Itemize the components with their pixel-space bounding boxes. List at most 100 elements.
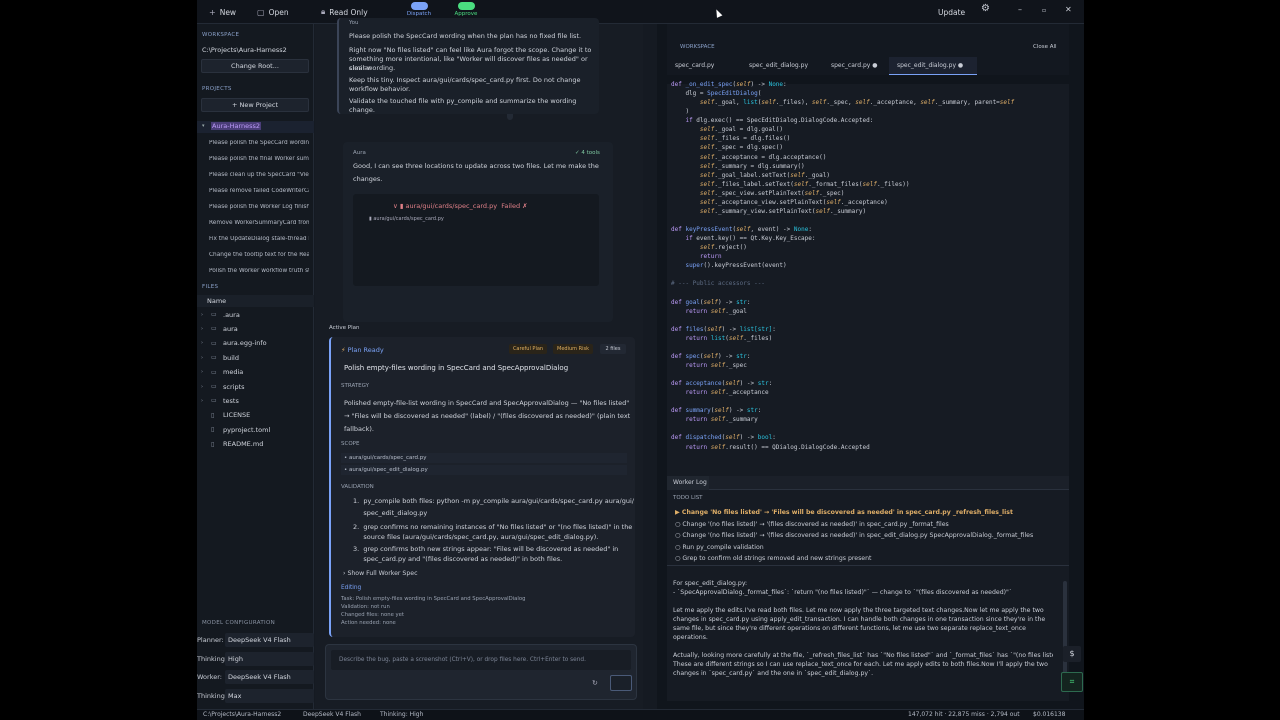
approve-toggle[interactable]: Approve: [449, 2, 483, 17]
editing-line: Task: Polish empty-files wording in Spec…: [341, 596, 526, 602]
file-tree-item[interactable]: › ▭ build: [201, 351, 311, 364]
chevron-right-icon: ›: [201, 311, 203, 318]
failed-status: Failed ✗: [501, 202, 528, 210]
file-icon: ▯: [211, 411, 215, 419]
new-project-button[interactable]: + New Project: [201, 98, 309, 112]
file-tree-item[interactable]: › ▭ aura.egg-info: [201, 337, 311, 350]
tools-badge[interactable]: ✓ 4 tools: [575, 150, 600, 156]
file-name: .aura: [223, 310, 240, 319]
folder-icon: ▭: [211, 325, 217, 333]
editor-workspace-title: WORKSPACE: [680, 44, 715, 50]
worker-thinking-row: Thinking: Max: [197, 688, 314, 704]
project-session-item[interactable]: Please remove failed CodeWriterCa: [209, 188, 309, 194]
status-bar: C:\Projects\Aura-Harness2 DeepSeek V4 Fl…: [197, 709, 1084, 720]
tab-spec-card[interactable]: spec_card.py: [667, 57, 741, 75]
worker-select[interactable]: DeepSeek V4 Flash: [225, 670, 314, 684]
tab-spec-edit-dialog-modified[interactable]: spec_edit_dialog.py ●: [889, 57, 977, 75]
approve-switch[interactable]: [457, 2, 475, 10]
chat-pane: You Please polish the SpecCard wording w…: [315, 18, 643, 709]
files-header[interactable]: Name: [197, 295, 314, 307]
update-button[interactable]: Update: [938, 5, 965, 19]
minimize-icon[interactable]: –: [1018, 5, 1022, 14]
project-session-item[interactable]: Please polish the SpecCard wording: [209, 140, 309, 146]
user-message-line: Keep this tiny. Inspect aura/gui/cards/s…: [349, 76, 581, 84]
dispatch-toggle[interactable]: Dispatch: [402, 2, 436, 17]
status-tokens: 147,072 hit · 22,875 miss · 2,794 out: [908, 711, 1020, 718]
editing-line: Action needed: none: [341, 620, 396, 626]
file-tree-item[interactable]: › ▭ aura: [201, 322, 311, 335]
user-message-line: clear wording.: [349, 64, 396, 72]
tab-worker-log[interactable]: Worker Log: [667, 476, 709, 490]
worker-log-line: changes in spec_card.py using apply_edit…: [673, 616, 1046, 623]
project-session-item[interactable]: Fix the UpdateDialog stale-thread b: [209, 236, 309, 242]
show-full-spec-toggle[interactable]: › Show Full Worker Spec: [343, 570, 418, 577]
project-session-item[interactable]: Please clean up the SpecCard "View: [209, 172, 309, 178]
project-root[interactable]: ▾ Aura-Harness2: [197, 121, 314, 133]
file-tree-item[interactable]: › ▭ .aura: [201, 308, 311, 321]
folder-icon: ▭: [211, 383, 217, 390]
scope-item[interactable]: • aura/gui/spec_edit_dialog.py: [341, 465, 627, 475]
left-sidebar: WORKSPACE C:\Projects\Aura-Harness2 Chan…: [197, 24, 314, 709]
tab-spec-edit-dialog[interactable]: spec_edit_dialog.py: [741, 57, 817, 75]
project-session-item[interactable]: Remove WorkerSummaryCard from: [209, 220, 309, 226]
dollar-icon[interactable]: $: [1063, 646, 1081, 662]
scope-item[interactable]: • aura/gui/cards/spec_card.py: [341, 453, 627, 463]
status-cost: $0.016138: [1033, 711, 1066, 718]
file-name: scripts: [223, 382, 245, 391]
worker-log-line: Actually, looking more carefully at the …: [673, 652, 1053, 659]
file-tree-item[interactable]: › ▭ tests: [201, 394, 311, 407]
file-tree-item[interactable]: › ▭ scripts: [201, 380, 311, 393]
maximize-icon[interactable]: ▫: [1042, 7, 1046, 14]
log-scrollbar[interactable]: [1063, 581, 1067, 681]
project-session-item[interactable]: Please polish the Worker Log finish: [209, 204, 309, 210]
new-button[interactable]: + New: [209, 5, 236, 19]
todo-item: ▶ Change 'No files listed' → 'Files will…: [675, 509, 1013, 516]
file-tree-item[interactable]: ▯ LICENSE: [201, 409, 311, 422]
tool-call-header: ∨ ▮ aura/gui/cards/spec_card.py Failed ✗: [393, 202, 528, 210]
send-button[interactable]: [610, 675, 632, 691]
editing-line: Changed files: none yet: [341, 612, 404, 618]
workflow-icon[interactable]: ⌗: [1061, 672, 1083, 692]
file-icon: ▯: [211, 440, 215, 448]
worker-thinking-select[interactable]: Max: [225, 689, 314, 703]
validation-step: spec_card.py and "(files discovered as n…: [353, 555, 563, 563]
careful-plan-badge: Careful Plan: [509, 344, 547, 354]
project-session-item[interactable]: Polish the Worker workflow truth st: [209, 268, 309, 274]
read-only-button[interactable]: 🔒︎ Read Only: [321, 5, 368, 19]
editor-tabs: spec_card.py spec_edit_dialog.py spec_ca…: [667, 57, 1069, 75]
file-tree-item[interactable]: ▯ pyproject.toml: [201, 423, 311, 436]
folder-icon: ▭: [211, 339, 217, 347]
validation-step: 3. grep confirms both new strings appear…: [353, 545, 619, 553]
worker-log-line: For spec_edit_dialog.py:: [673, 580, 748, 587]
chevron-down-icon: ▾: [202, 123, 205, 129]
refresh-icon[interactable]: ↻: [592, 679, 598, 687]
file-tree-item[interactable]: ▯ README.md: [201, 438, 311, 451]
todo-item: ○ Change '(no files listed)' → '(files d…: [675, 532, 1034, 539]
planner-select[interactable]: DeepSeek V4 Flash: [225, 633, 314, 647]
project-session-item[interactable]: Please polish the final Worker summ: [209, 156, 309, 162]
chevron-right-icon: ›: [201, 383, 203, 390]
close-all-button[interactable]: Close All: [1033, 44, 1057, 50]
validation-step: spec_edit_dialog.py: [353, 509, 428, 517]
chevron-right-icon: ›: [201, 397, 203, 404]
user-message-line: Validate the touched file with py_compil…: [349, 97, 577, 114]
folder-icon: ▭: [211, 354, 217, 362]
tool-call-card[interactable]: ∨ ▮ aura/gui/cards/spec_card.py Failed ✗…: [353, 194, 599, 286]
dispatch-switch[interactable]: [410, 2, 428, 10]
active-plan-label: Active Plan: [329, 325, 360, 331]
worker-log-line: operations.: [673, 634, 708, 641]
file-tree-item[interactable]: › ▭ media: [201, 366, 311, 379]
gear-icon[interactable]: ⚙: [981, 3, 990, 14]
open-button[interactable]: ▢ Open: [257, 5, 289, 19]
files-count-badge: 2 files: [600, 344, 626, 354]
file-name: LICENSE: [223, 411, 251, 420]
tab-spec-card-modified[interactable]: spec_card.py ●: [817, 57, 889, 75]
message-input[interactable]: Describe the bug, paste a screenshot (Ct…: [331, 650, 631, 670]
file-name: tests: [223, 396, 239, 405]
planner-thinking-select[interactable]: High: [225, 652, 314, 666]
project-session-item[interactable]: Change the tooltip text for the Reac: [209, 252, 309, 258]
folder-open-icon: ▢: [257, 7, 265, 17]
validation-step: source files (aura/gui/cards/spec_card.p…: [353, 533, 599, 541]
change-root-button[interactable]: Change Root...: [201, 59, 309, 73]
close-icon[interactable]: ✕: [1065, 5, 1072, 14]
